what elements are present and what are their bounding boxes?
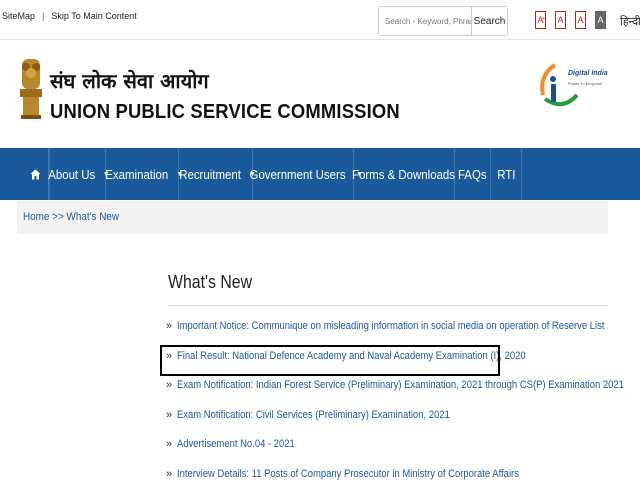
- bullet-icon: »: [166, 467, 173, 480]
- nav-government-users[interactable]: Government Users ▼: [249, 148, 363, 200]
- nav-examination-label: Examination: [105, 166, 169, 182]
- news-link-csp-notification[interactable]: Exam Notification: Civil Services (Preli…: [177, 409, 450, 421]
- search-button[interactable]: Search: [471, 7, 507, 35]
- list-item: » Interview Details: 11 Posts of Company…: [166, 468, 640, 480]
- nav-faqs-label: FAQs: [458, 166, 487, 182]
- nav-about-us[interactable]: About Us ▼: [48, 148, 110, 200]
- list-item: » Advertisement No.04 - 2021: [166, 438, 640, 468]
- bullet-icon: »: [166, 379, 173, 391]
- breadcrumb-current: What's New: [66, 211, 120, 223]
- bullet-icon: »: [166, 408, 173, 421]
- font-size-controls: A + A A- A: [535, 11, 606, 29]
- bullet-icon: »: [166, 438, 173, 450]
- search-box: Search: [378, 6, 508, 36]
- nav-government-users-label: Government Users: [249, 166, 346, 182]
- bullet-icon: »: [166, 320, 173, 332]
- nav-home[interactable]: [23, 148, 49, 200]
- national-emblem-logo: [20, 59, 42, 119]
- search-input[interactable]: [379, 7, 471, 35]
- nav-faqs[interactable]: FAQs: [455, 148, 491, 200]
- nav-rti-label: RTI: [496, 166, 516, 182]
- highlight-annotation-box: [160, 345, 500, 376]
- font-increase-button[interactable]: A +: [535, 11, 546, 29]
- high-contrast-label: A: [597, 15, 604, 25]
- digital-india-logo[interactable]: [533, 55, 593, 119]
- org-name-english: UNION PUBLIC SERVICE COMMISSION: [50, 101, 400, 123]
- font-normal-button[interactable]: A: [555, 11, 566, 29]
- digital-india-title: Digital India: [568, 70, 608, 77]
- title-divider: [168, 305, 608, 306]
- news-link-advertisement[interactable]: Advertisement No.04 - 2021: [177, 438, 295, 450]
- top-utility-bar: SiteMap | Skip To Main Content Search A+…: [0, 0, 640, 40]
- hindi-language-link[interactable]: हिन्दी: [620, 14, 640, 29]
- breadcrumb-home-link[interactable]: Home: [23, 211, 49, 223]
- nav-forms-downloads-label: Forms & Downloads: [352, 166, 456, 182]
- page-title: What's New: [168, 272, 263, 293]
- utility-separator: |: [42, 11, 45, 21]
- main-navigation: About Us ▼ Examination ▼ Recruitment ▼ Gove…: [0, 148, 640, 200]
- font-decrease-button[interactable]: A-: [575, 11, 586, 29]
- breadcrumb-trail: Home >> What's New: [23, 201, 119, 234]
- list-item: » Exam Notification: Civil Services (Pre…: [166, 409, 640, 439]
- sitemap-link[interactable]: SiteMap: [2, 11, 35, 21]
- breadcrumb-separator: >>: [52, 211, 64, 223]
- nav-examination[interactable]: Examination ▼: [105, 148, 183, 200]
- site-header: संघ लोक सेवा आयोग UNION PUBLIC SERVICE C…: [0, 41, 640, 148]
- high-contrast-button[interactable]: A: [595, 11, 606, 29]
- list-item: » Exam Notification: Indian Forest Servi…: [166, 379, 640, 409]
- utility-links: SiteMap | Skip To Main Content: [2, 11, 137, 21]
- nav-forms-downloads[interactable]: Forms & Downloads: [352, 148, 456, 200]
- news-link-interview-details[interactable]: Interview Details: 11 Posts of Company P…: [177, 468, 519, 480]
- breadcrumb: Home >> What's New: [17, 201, 608, 234]
- org-name-hindi: संघ लोक सेवा आयोग: [50, 69, 209, 93]
- nav-recruitment[interactable]: Recruitment ▼: [179, 148, 256, 200]
- nav-recruitment-label: Recruitment: [179, 166, 241, 182]
- news-link-ifs-notification[interactable]: Exam Notification: Indian Forest Service…: [177, 379, 624, 391]
- nav-rti[interactable]: RTI: [491, 148, 522, 200]
- whats-new-list: » Important Notice: Communique on mislea…: [166, 320, 640, 480]
- digital-india-tagline: Power To Empower: [568, 81, 603, 86]
- skip-to-main-link[interactable]: Skip To Main Content: [51, 11, 136, 21]
- news-link-important-notice[interactable]: Important Notice: Communique on misleadi…: [177, 320, 605, 332]
- page-title-text: What's New: [168, 272, 253, 292]
- font-increase-sup: +: [542, 16, 545, 22]
- font-decrease-sup: -: [583, 16, 585, 22]
- home-icon: [30, 169, 41, 179]
- font-normal-label: A: [557, 15, 564, 25]
- nav-about-us-label: About Us: [48, 166, 96, 182]
